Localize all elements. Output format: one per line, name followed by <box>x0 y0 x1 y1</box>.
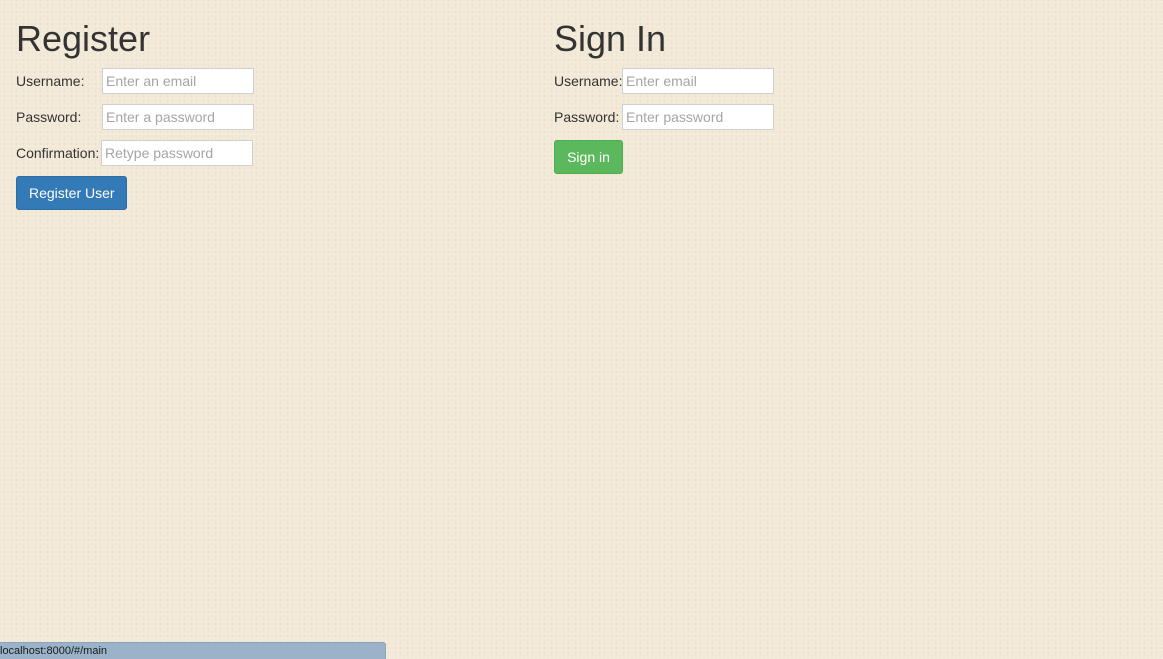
register-password-label: Password: <box>16 109 82 125</box>
sign-in-button[interactable]: Sign in <box>554 140 623 174</box>
signin-password-label: Password: <box>554 109 620 125</box>
signin-username-input[interactable] <box>622 68 774 94</box>
register-confirmation-label: Confirmation: <box>16 145 100 161</box>
register-username-input[interactable] <box>102 68 254 94</box>
register-title: Register <box>16 18 151 59</box>
register-confirmation-input[interactable] <box>101 140 253 166</box>
signin-title: Sign In <box>554 18 667 59</box>
register-username-label: Username: <box>16 73 85 89</box>
browser-status-bar: localhost:8000/#/main <box>0 642 386 659</box>
signin-username-label: Username: <box>554 73 623 89</box>
register-user-button[interactable]: Register User <box>16 176 127 210</box>
status-bar-url: localhost:8000/#/main <box>0 645 108 657</box>
signin-password-input[interactable] <box>622 104 774 130</box>
register-password-input[interactable] <box>102 104 254 130</box>
